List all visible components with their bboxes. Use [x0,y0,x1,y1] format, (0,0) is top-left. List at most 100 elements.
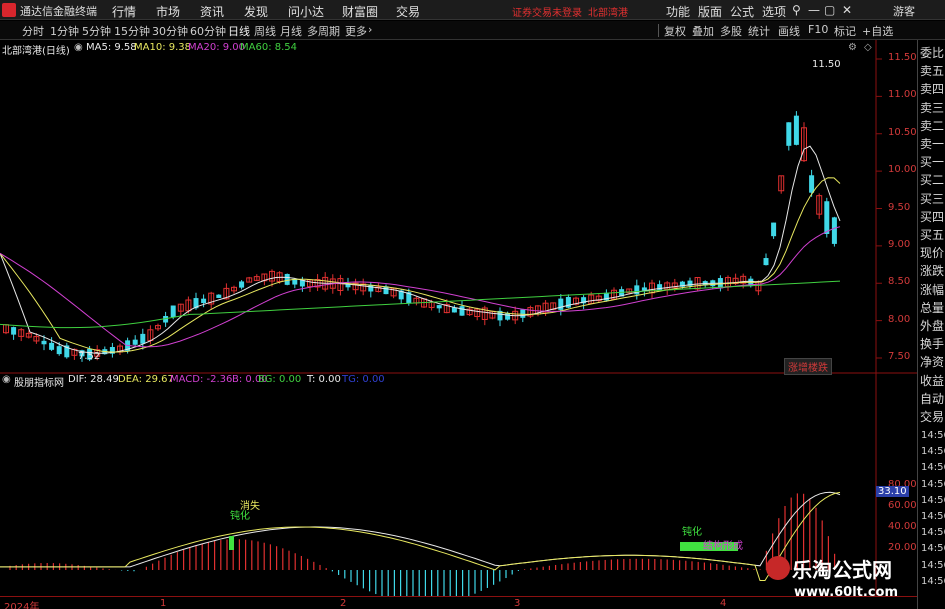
menu-hangqing[interactable]: 行情 [112,3,136,20]
tool-add-watchlist[interactable]: +自选 [862,23,893,39]
xaxis-label-apr: 4 [720,598,727,609]
price-tick-label: 7.50 [888,351,911,362]
t-label: T: 0.00 [307,374,341,385]
xaxis-label-feb: 2 [340,598,347,609]
dif-line [0,491,841,568]
candle-body [170,305,176,318]
quote-field-label: 委比 [920,46,945,60]
price-tick-label: 11.00 [888,89,917,101]
quote-field-label: 净资 [920,355,945,370]
annotation-dunhua-1: 钝化 [230,511,250,522]
trade-time: 14:56 [921,559,945,571]
quote-field-label: 卖四 [920,82,945,97]
stock-short-name: 北部湾港 [588,8,628,19]
macd-tick-label: 40.00 [888,521,917,532]
candle-body [558,298,564,310]
trade-time: 14:56 [921,446,945,458]
quote-panel: 委比 卖五 卖四 卖三 卖二 卖一 买一 买二 买三 买四 买五 现价 涨跌 涨幅 总量 外盘 换手 净资 收益 自动… [917,40,945,609]
macd-label: MACD: -2.36 [170,374,233,385]
candle-body [809,175,815,193]
period-fenshi[interactable]: 分时 [22,23,44,39]
period-15min[interactable]: 15分钟 [114,23,150,39]
menu-wenxiaoda[interactable]: 问小达 [288,3,324,20]
quote-field-label: 涨跌 [920,264,945,279]
login-notice[interactable]: 证券交易未登录 [512,4,582,19]
period-weekly[interactable]: 周线 [254,23,276,39]
candle-body [824,201,830,234]
candle-body [786,122,792,146]
menu-banmian[interactable]: 版面 [698,3,722,20]
period-60min[interactable]: 60分钟 [190,23,226,39]
minimize-icon[interactable]: — [808,3,820,17]
period-toolbar: 分时 1分钟 5分钟 15分钟 30分钟 60分钟 日线 周线 月线 多周期 更… [0,21,945,40]
tool-huaxian[interactable]: 画线 [778,23,800,39]
macd-tick-label: 60.00 [888,500,917,511]
indicator-menu-icon[interactable]: ◉ [2,374,11,385]
tool-diejia[interactable]: 叠加 [692,23,714,39]
menu-gongneng[interactable]: 功能 [666,3,690,20]
period-monthly[interactable]: 月线 [280,23,302,39]
price-tick-label: 9.00 [888,238,911,250]
trade-time: 14:56 [921,575,945,587]
candle-body [11,327,17,335]
quote-field-label[interactable]: 自动 [920,390,944,407]
candle-body [132,339,138,345]
quote-field-label: 买四 [920,209,945,224]
guest-label[interactable]: 游客 [893,3,915,19]
candle-body [771,222,777,237]
low-price-label: 7.52 [78,351,101,362]
period-30min[interactable]: 30分钟 [152,23,188,39]
trade-time: 14:56 [921,462,945,474]
app-name: 通达信金融终端 [20,5,97,18]
app-logo-icon [2,3,16,17]
menu-faxian[interactable]: 发现 [244,3,268,20]
period-5min[interactable]: 5分钟 [82,23,111,39]
period-daily[interactable]: 日线 [228,23,250,39]
price-tick-label: 11.50 [888,52,917,63]
candle-body [49,342,55,350]
quote-field-label: 买五 [920,228,945,242]
xaxis-label-2024: 2024年 [4,602,40,609]
quote-field-label: 收益 [920,373,945,388]
kline-chart[interactable] [0,40,917,596]
menu-jiaoyi[interactable]: 交易 [396,3,420,20]
toolbar-divider [658,24,659,37]
price-tick-label: 10.50 [888,126,917,138]
close-icon[interactable]: ✕ [842,3,852,17]
stock-tag-badge: 涨增楼跌 [784,358,832,375]
menu-xuanxiang[interactable]: 选项 [762,3,786,20]
quote-field-label: 卖五 [920,64,945,79]
candle-body [793,115,799,145]
xaxis-label-mar: 3 [514,598,521,609]
quote-field-label: 总量 [920,300,945,315]
ma20-line [0,226,841,348]
trade-time: 14:56 [921,511,945,522]
period-1min[interactable]: 1分钟 [50,23,79,39]
tool-biaoji[interactable]: 标记 [834,23,856,39]
period-multi[interactable]: 多周期 [307,23,340,39]
menu-shichang[interactable]: 市场 [156,3,180,20]
period-more[interactable]: 更多 [345,23,367,39]
dif-label: DIF: 28.49 [68,374,119,385]
candle-body [831,217,837,244]
tool-tongji[interactable]: 统计 [748,23,770,39]
ma60-line [0,280,841,329]
tool-duogu[interactable]: 多股 [720,23,742,39]
candle-body [56,346,62,355]
candle-body [284,273,290,285]
maximize-icon[interactable]: ▢ [824,3,835,17]
watermark-url: www.60lt.com [794,585,899,600]
more-chevron-icon[interactable]: › [368,23,372,36]
phone-icon[interactable]: ⚲ [792,3,801,17]
price-tick-label: 9.50 [888,201,911,213]
watermark-logo-icon [766,556,790,580]
tool-fuquan[interactable]: 复权 [664,23,686,39]
menu-gongshi[interactable]: 公式 [730,3,754,20]
menu-caifuquan[interactable]: 财富圈 [342,3,378,20]
trade-time: 14:56 [921,543,945,555]
subchart-title[interactable]: 股朋指标网 [14,374,64,389]
quote-field-label[interactable]: 交易 [920,408,944,425]
menu-zixun[interactable]: 资讯 [200,3,224,20]
xaxis-label-jan: 1 [160,598,167,609]
tool-f10[interactable]: F10 [808,23,828,36]
